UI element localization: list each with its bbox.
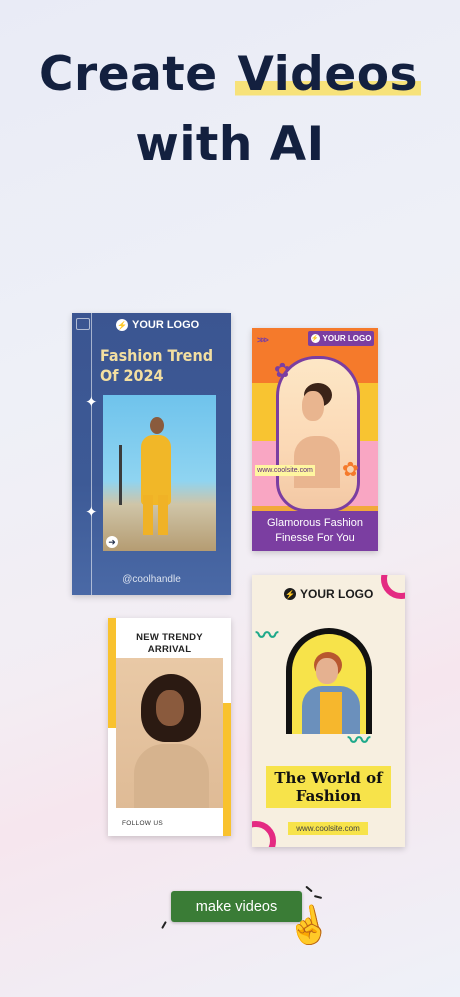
flower-icon: ✿: [274, 360, 291, 382]
menu-icon: [76, 318, 90, 330]
click-spark: [161, 921, 167, 929]
model-coat: [134, 744, 209, 808]
site-url: www.coolsite.com: [288, 822, 368, 835]
model-face: [156, 690, 184, 726]
caption: Glamorous Fashion Finesse For You: [252, 511, 378, 551]
model-head: [150, 417, 164, 434]
card-title-line-2: Fashion: [295, 787, 362, 805]
site-url: www.coolsite.com: [255, 465, 315, 476]
caption-line-2: Finesse For You: [275, 532, 355, 544]
hoop-pole: [119, 445, 132, 505]
logo-text: YOUR LOGO: [322, 334, 372, 343]
arch-inner: [292, 634, 366, 734]
bolt-icon: ⚡: [310, 334, 320, 343]
model-face: [302, 391, 324, 421]
sparkle-icon: ✦: [85, 504, 98, 521]
bolt-icon: ⚡: [116, 319, 128, 331]
click-spark: [313, 894, 323, 900]
card-title-line-1: NEW TRENDY: [136, 632, 203, 643]
card-title-line-2: ARRIVAL: [147, 644, 192, 655]
logo: ⚡ YOUR LOGO: [116, 319, 199, 331]
follow-us-text: FOLLOW US: [122, 820, 163, 827]
hand-cursor-icon: ☝: [281, 900, 335, 951]
arch-frame: [286, 628, 372, 734]
arrow-right-icon: ➜: [106, 536, 118, 548]
model-photo: [103, 395, 216, 551]
template-card-world-of-fashion[interactable]: ⚡ YOUR LOGO 〰 〰 The World of Fashion www…: [252, 575, 405, 847]
corner-shape: [252, 821, 276, 847]
logo-text: YOUR LOGO: [132, 319, 200, 331]
logo: ⚡ YOUR LOGO: [284, 587, 373, 601]
template-card-glamorous[interactable]: >>> ⚡ YOUR LOGO ✿ ✿ www.coolsite.com Gla…: [252, 328, 378, 551]
card-title-line-1: The World of: [274, 769, 383, 787]
model-leg: [143, 495, 153, 535]
corner-shape: [381, 575, 405, 599]
card-title: NEW TRENDY ARRIVAL: [108, 632, 231, 656]
card-title-line-2: Of 2024: [100, 366, 164, 385]
card-title: The World of Fashion: [266, 766, 391, 805]
model-leg: [158, 495, 168, 535]
card-title-line-1: Fashion Trend: [100, 346, 213, 365]
model-shirt: [320, 692, 342, 734]
flower-icon: ✿: [342, 459, 359, 481]
template-card-fashion-trend[interactable]: ⚡ YOUR LOGO Fashion Trend Of 2024 ✦ ✦ ➜ …: [72, 313, 231, 595]
logo-text: YOUR LOGO: [300, 587, 374, 601]
headline-highlight: Videos: [234, 47, 421, 102]
card-title-box: The World of Fashion: [266, 766, 391, 808]
headline-line-1: Create Videos: [0, 40, 460, 110]
headline-line-2: with AI: [135, 117, 325, 172]
headline: Create Videos with AI: [0, 40, 460, 180]
caption-line-1: Glamorous Fashion: [267, 517, 363, 529]
sparkle-icon: ✦: [85, 394, 98, 411]
model-photo: [116, 658, 223, 808]
card-title: Fashion Trend Of 2024: [100, 346, 225, 386]
squiggle-icon: 〰: [256, 623, 279, 648]
divider: [91, 313, 92, 595]
bolt-icon: ⚡: [284, 588, 296, 600]
social-handle: @coolhandle: [122, 574, 181, 585]
make-videos-button[interactable]: make videos: [171, 891, 302, 922]
click-spark: [305, 885, 313, 893]
model-face: [316, 658, 338, 684]
model-body: [294, 436, 340, 488]
accent-stripe: [223, 703, 231, 836]
headline-prefix: Create: [39, 47, 235, 102]
chevrons-icon: >>>: [257, 335, 269, 345]
logo: ⚡ YOUR LOGO: [308, 331, 374, 346]
template-card-new-arrival[interactable]: NEW TRENDY ARRIVAL FOLLOW US: [108, 618, 231, 836]
